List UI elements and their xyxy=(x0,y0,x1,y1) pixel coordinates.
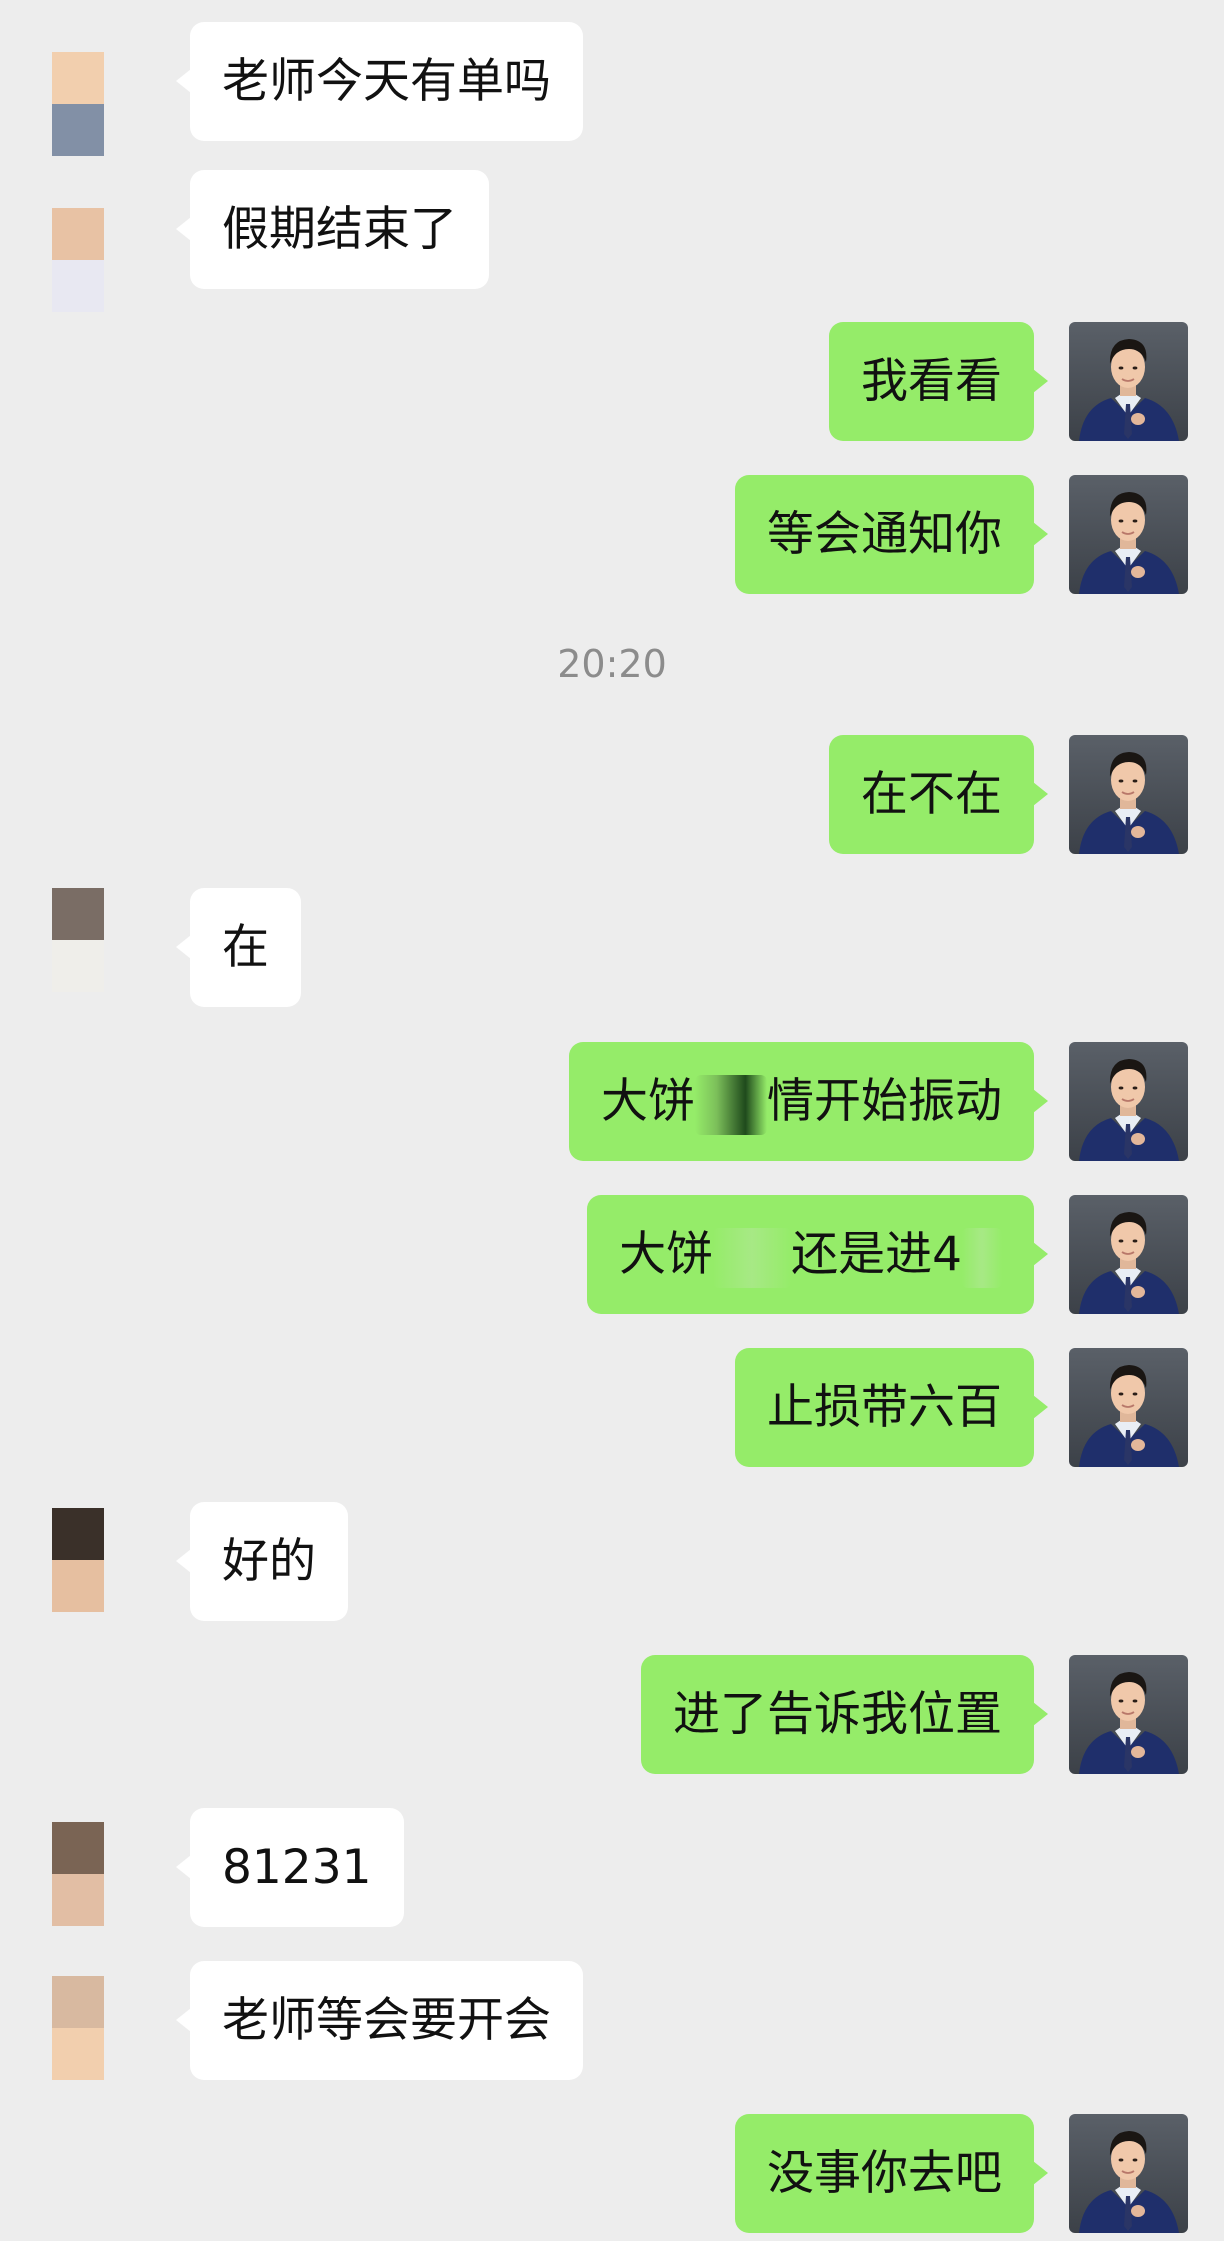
contact-avatar[interactable] xyxy=(52,888,104,992)
bubble-tail xyxy=(1033,1702,1048,1726)
message-bubble[interactable]: 在不在 xyxy=(829,735,1034,854)
avatar-bottom xyxy=(52,260,104,312)
redacted-text xyxy=(713,1227,792,1288)
contact-avatar[interactable] xyxy=(52,208,104,312)
avatar-bottom xyxy=(52,1874,104,1926)
message-text: 好的 xyxy=(222,1534,316,1589)
message-text-part: 情开始振动 xyxy=(767,1074,1002,1129)
message-text: 进了告诉我位置 xyxy=(673,1687,1002,1742)
bubble-tail xyxy=(1033,2161,1048,2185)
message-text: 在 xyxy=(222,920,269,975)
contact-avatar[interactable] xyxy=(52,1508,104,1612)
avatar-top xyxy=(52,208,104,260)
message-bubble[interactable]: 老师今天有单吗 xyxy=(190,22,583,141)
bubble-tail xyxy=(176,2008,191,2032)
message-bubble[interactable]: 等会通知你 xyxy=(735,475,1034,594)
message-text: 没事你去吧 xyxy=(767,2146,1002,2201)
message-bubble[interactable]: 在 xyxy=(190,888,301,1007)
profile-photo-icon xyxy=(1069,1348,1188,1467)
message-text-part: 大饼 xyxy=(601,1074,695,1129)
timestamp: 20:20 xyxy=(0,642,1224,686)
message-text-part: 大饼 xyxy=(619,1227,714,1282)
bubble-tail xyxy=(1033,369,1048,393)
avatar-bottom xyxy=(52,1560,104,1612)
message-bubble[interactable]: 大饼 情开始振动 xyxy=(569,1042,1034,1161)
avatar-top xyxy=(52,888,104,940)
contact-avatar[interactable] xyxy=(52,1976,104,2080)
message-text: 我看看 xyxy=(861,354,1002,409)
message-bubble[interactable]: 老师等会要开会 xyxy=(190,1961,583,2080)
bubble-tail xyxy=(176,69,191,93)
bubble-tail xyxy=(176,217,191,241)
profile-photo-icon xyxy=(1069,1195,1188,1314)
message-text: 等会通知你 xyxy=(767,507,1002,562)
bubble-tail xyxy=(1033,522,1048,546)
message-bubble[interactable]: 假期结束了 xyxy=(190,170,489,289)
message-bubble[interactable]: 进了告诉我位置 xyxy=(641,1655,1034,1774)
avatar-top xyxy=(52,52,104,104)
redacted-text xyxy=(695,1074,767,1135)
message-text: 在不在 xyxy=(861,767,1002,822)
redacted-text xyxy=(962,1227,1002,1288)
message-text: 止损带六百 xyxy=(767,1380,1002,1435)
bubble-tail xyxy=(1033,1395,1048,1419)
self-avatar[interactable] xyxy=(1069,1195,1188,1314)
avatar-bottom xyxy=(52,2028,104,2080)
message-text: 81231 xyxy=(222,1840,372,1895)
avatar-top xyxy=(52,1976,104,2028)
message-bubble[interactable]: 好的 xyxy=(190,1502,348,1621)
message-bubble[interactable]: 81231 xyxy=(190,1808,404,1927)
self-avatar[interactable] xyxy=(1069,1042,1188,1161)
message-text: 老师等会要开会 xyxy=(222,1993,551,2048)
self-avatar[interactable] xyxy=(1069,2114,1188,2233)
self-avatar[interactable] xyxy=(1069,1655,1188,1774)
bubble-tail xyxy=(176,1855,191,1879)
profile-photo-icon xyxy=(1069,735,1188,854)
contact-avatar[interactable] xyxy=(52,1822,104,1926)
self-avatar[interactable] xyxy=(1069,475,1188,594)
message-text: 假期结束了 xyxy=(222,202,457,257)
message-text: 老师今天有单吗 xyxy=(222,54,551,109)
self-avatar[interactable] xyxy=(1069,322,1188,441)
message-text-part: 还是进4 xyxy=(791,1227,962,1282)
profile-photo-icon xyxy=(1069,322,1188,441)
message-bubble[interactable]: 大饼 还是进4 xyxy=(587,1195,1034,1314)
timestamp-text: 20:20 xyxy=(557,642,667,686)
message-bubble[interactable]: 止损带六百 xyxy=(735,1348,1034,1467)
profile-photo-icon xyxy=(1069,1042,1188,1161)
profile-photo-icon xyxy=(1069,1655,1188,1774)
bubble-tail xyxy=(176,1549,191,1573)
self-avatar[interactable] xyxy=(1069,1348,1188,1467)
chat-history[interactable]: 老师今天有单吗 假期结束了 我看看 等会通知你 20:20 在不在 在 大饼 情… xyxy=(0,0,1224,2241)
avatar-bottom xyxy=(52,940,104,992)
contact-avatar[interactable] xyxy=(52,52,104,156)
profile-photo-icon xyxy=(1069,475,1188,594)
message-bubble[interactable]: 我看看 xyxy=(829,322,1034,441)
bubble-tail xyxy=(176,935,191,959)
bubble-tail xyxy=(1033,1242,1048,1266)
avatar-top xyxy=(52,1508,104,1560)
avatar-bottom xyxy=(52,104,104,156)
avatar-top xyxy=(52,1822,104,1874)
message-bubble[interactable]: 没事你去吧 xyxy=(735,2114,1034,2233)
bubble-tail xyxy=(1033,782,1048,806)
self-avatar[interactable] xyxy=(1069,735,1188,854)
bubble-tail xyxy=(1033,1089,1048,1113)
profile-photo-icon xyxy=(1069,2114,1188,2233)
